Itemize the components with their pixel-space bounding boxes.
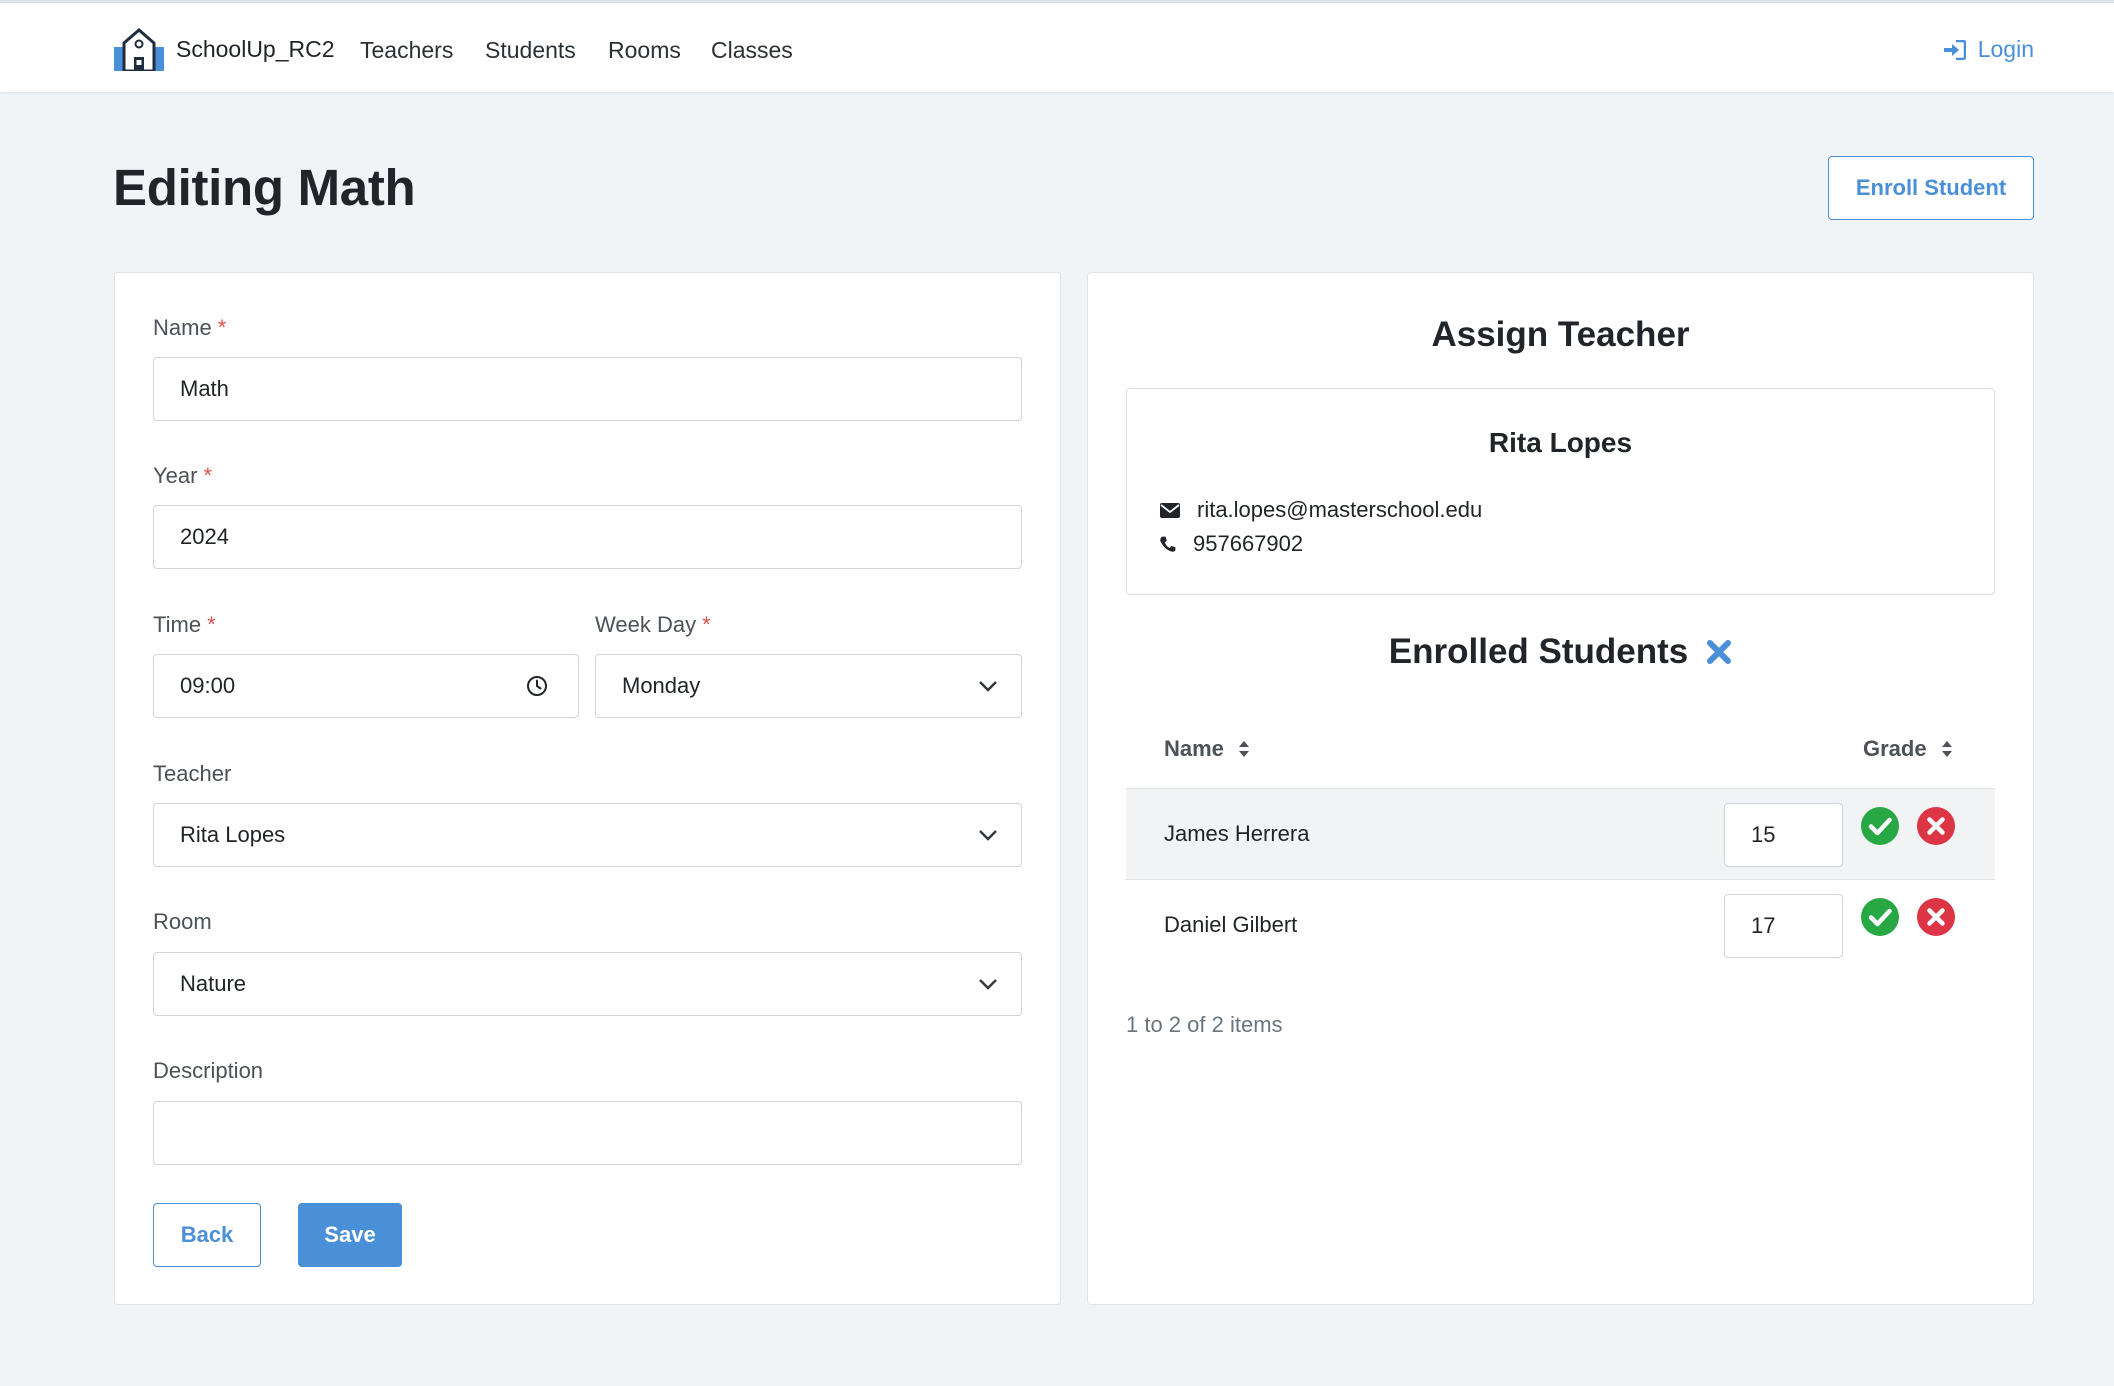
week-day-select[interactable]: Monday	[595, 654, 1022, 718]
teacher-email: rita.lopes@masterschool.edu	[1159, 497, 1482, 523]
assign-teacher-title: Assign Teacher	[1431, 315, 1690, 354]
clock-icon[interactable]	[526, 675, 548, 697]
week-day-label: Week Day *	[595, 612, 711, 637]
description-input[interactable]	[153, 1101, 1022, 1165]
teacher-phone: 957667902	[1159, 531, 1303, 557]
room-label: Room	[153, 909, 212, 934]
check-circle-icon[interactable]	[1861, 898, 1899, 936]
table-row: James Herrera 15	[1126, 788, 1995, 879]
required-marker: *	[203, 463, 213, 488]
times-circle-icon[interactable]	[1917, 898, 1955, 936]
description-label: Description	[153, 1058, 264, 1083]
room-select[interactable]: Nature	[153, 952, 1022, 1016]
brand-name: SchoolUp_RC2	[176, 35, 335, 62]
brand[interactable]: SchoolUp_RC2	[112, 27, 335, 71]
student-name: James Herrera	[1164, 821, 1310, 846]
required-marker: *	[702, 612, 711, 637]
time-label: Time *	[153, 612, 216, 637]
grade-input[interactable]: 15	[1724, 803, 1843, 867]
nav-students[interactable]: Students	[485, 37, 576, 64]
name-label: Name *	[153, 315, 227, 340]
name-value: Math	[180, 376, 229, 401]
year-value: 2024	[180, 524, 229, 549]
teacher-phone-text: 957667902	[1193, 531, 1304, 556]
table-row: Daniel Gilbert 17	[1126, 879, 1995, 970]
enroll-student-button[interactable]: Enroll Student	[1828, 156, 2034, 220]
grade-input[interactable]: 17	[1724, 894, 1843, 958]
nav-rooms[interactable]: Rooms	[608, 37, 681, 64]
check-circle-icon[interactable]	[1861, 807, 1899, 845]
room-value: Nature	[180, 971, 247, 996]
student-name: Daniel Gilbert	[1164, 912, 1298, 937]
chevron-down-icon	[979, 979, 997, 990]
week-day-value: Monday	[622, 673, 701, 698]
required-marker: *	[217, 315, 227, 340]
teacher-email-text: rita.lopes@masterschool.edu	[1197, 497, 1483, 522]
pagination-summary: 1 to 2 of 2 items	[1126, 1012, 1283, 1037]
chevron-down-icon	[979, 681, 997, 692]
teacher-select[interactable]: Rita Lopes	[153, 803, 1022, 867]
time-value: 09:00	[180, 673, 236, 698]
sort-icon	[1941, 741, 1952, 757]
time-input[interactable]: 09:00	[153, 654, 579, 718]
close-icon[interactable]	[1706, 639, 1732, 665]
teacher-value: Rita Lopes	[180, 822, 286, 847]
chevron-down-icon	[979, 830, 997, 841]
login-link[interactable]: Login	[1943, 36, 2034, 63]
save-button[interactable]: Save	[298, 1203, 402, 1267]
required-marker: *	[207, 612, 216, 637]
teacher-and-students-panel: Assign Teacher Rita Lopes rita.lopes@mas…	[1087, 272, 2034, 1305]
teacher-name: Rita Lopes	[1488, 427, 1633, 458]
year-input[interactable]: 2024	[153, 505, 1022, 569]
top-navbar: SchoolUp_RC2 Teachers Students Rooms Cla…	[0, 0, 2114, 92]
nav-classes[interactable]: Classes	[711, 37, 793, 64]
sign-in-icon	[1943, 39, 1966, 60]
phone-icon	[1160, 536, 1176, 552]
enrolled-students-title: Enrolled Students	[1388, 632, 1689, 671]
school-logo-icon	[114, 28, 164, 71]
page-title: Editing Math	[113, 159, 416, 216]
back-button[interactable]: Back	[153, 1203, 261, 1267]
name-input[interactable]: Math	[153, 357, 1022, 421]
class-edit-form: Name * Math Year * 2024 Time * 09:00 Week D…	[114, 272, 1061, 1305]
login-label: Login	[1977, 36, 2034, 62]
sort-icon	[1238, 741, 1249, 757]
enrolled-students-header: Enrolled Students	[1088, 632, 2033, 672]
grade-column-header[interactable]: Grade	[1863, 736, 1953, 762]
times-circle-icon[interactable]	[1917, 807, 1955, 845]
teacher-card: Rita Lopes rita.lopes@masterschool.edu 9…	[1126, 388, 1995, 595]
envelope-icon	[1160, 503, 1180, 518]
nav-teachers[interactable]: Teachers	[360, 37, 453, 64]
teacher-label: Teacher	[153, 761, 232, 786]
year-label: Year *	[153, 463, 213, 488]
name-column-header[interactable]: Name	[1164, 736, 1250, 762]
